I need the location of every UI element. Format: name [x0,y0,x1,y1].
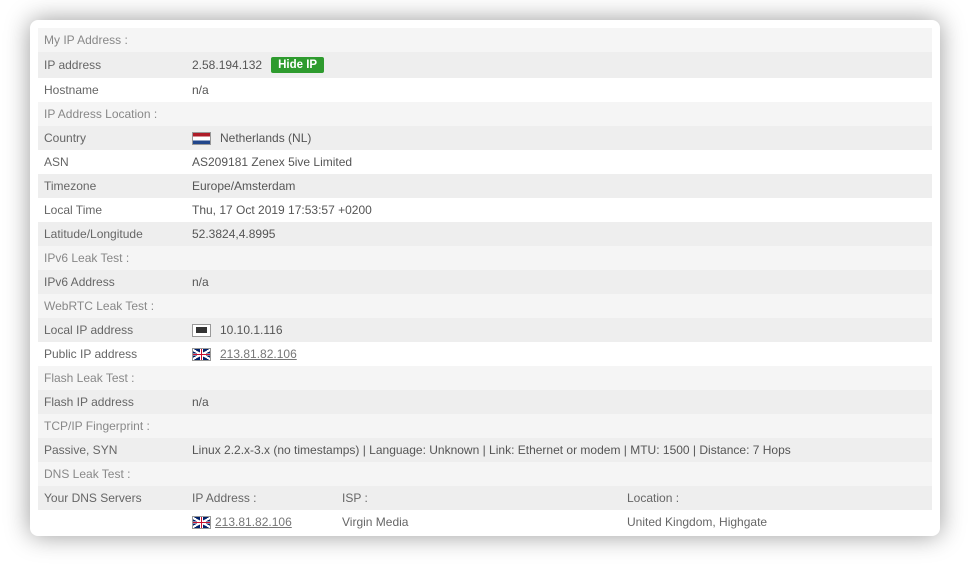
section-header-ipv6: IPv6 Leak Test : [38,246,932,270]
timezone-label: Timezone [44,179,192,193]
ip-address-label: IP address [44,58,192,72]
section-title: My IP Address : [44,33,128,47]
ipv6-address-value: n/a [192,275,926,289]
webrtc-public-link[interactable]: 213.81.82.106 [220,347,297,361]
asn-value: AS209181 Zenex 5ive Limited [192,155,926,169]
row-flash-ip: Flash IP address n/a [38,390,932,414]
latlng-value: 52.3824,4.8995 [192,227,926,241]
hostname-label: Hostname [44,83,192,97]
row-webrtc-public: Public IP address 213.81.82.106 [38,342,932,366]
country-value: Netherlands (NL) [220,131,311,145]
country-label: Country [44,131,192,145]
localtime-label: Local Time [44,203,192,217]
section-header-flash: Flash Leak Test : [38,366,932,390]
webrtc-local-label: Local IP address [44,323,192,337]
section-header-webrtc: WebRTC Leak Test : [38,294,932,318]
section-title: IPv6 Leak Test : [44,251,129,265]
asn-label: ASN [44,155,192,169]
row-country: Country Netherlands (NL) [38,126,932,150]
row-latlng: Latitude/Longitude 52.3824,4.8995 [38,222,932,246]
section-title: WebRTC Leak Test : [44,299,154,313]
dns-isp-value: Virgin Media [342,515,627,529]
dns-header-isp: ISP : [342,491,627,505]
dns-header-ip: IP Address : [192,491,342,505]
tcpip-passive-value: Linux 2.2.x-3.x (no timestamps) | Langua… [192,443,926,457]
row-dns-server-entry: 213.81.82.106 Virgin Media United Kingdo… [38,510,932,534]
dns-servers-label: Your DNS Servers [44,491,192,505]
uk-flag-icon [192,516,211,529]
row-localtime: Local Time Thu, 17 Oct 2019 17:53:57 +02… [38,198,932,222]
section-title: DNS Leak Test : [44,467,130,481]
section-header-tcpip: TCP/IP Fingerprint : [38,414,932,438]
row-asn: ASN AS209181 Zenex 5ive Limited [38,150,932,174]
flash-ip-value: n/a [192,395,926,409]
hostname-value: n/a [192,83,926,97]
timezone-value: Europe/Amsterdam [192,179,926,193]
webrtc-public-label: Public IP address [44,347,192,361]
section-title: TCP/IP Fingerprint : [44,419,150,433]
uk-flag-icon [192,348,211,361]
netherlands-flag-icon [192,132,211,145]
local-network-icon [192,324,211,337]
row-tcpip-passive: Passive, SYN Linux 2.2.x-3.x (no timesta… [38,438,932,462]
tcpip-passive-label: Passive, SYN [44,443,192,457]
section-header-myip: My IP Address : [38,28,932,52]
localtime-value: Thu, 17 Oct 2019 17:53:57 +0200 [192,203,926,217]
hide-ip-button[interactable]: Hide IP [271,57,324,73]
ipv6-address-label: IPv6 Address [44,275,192,289]
row-dns-headers: Your DNS Servers IP Address : ISP : Loca… [38,486,932,510]
row-hostname: Hostname n/a [38,78,932,102]
flash-ip-label: Flash IP address [44,395,192,409]
row-ipv6-address: IPv6 Address n/a [38,270,932,294]
row-webrtc-local: Local IP address 10.10.1.116 [38,318,932,342]
latlng-label: Latitude/Longitude [44,227,192,241]
section-header-dns: DNS Leak Test : [38,462,932,486]
dns-location-value: United Kingdom, Highgate [627,515,926,529]
row-timezone: Timezone Europe/Amsterdam [38,174,932,198]
section-header-location: IP Address Location : [38,102,932,126]
row-ip-address: IP address 2.58.194.132 Hide IP [38,52,932,78]
section-title: Flash Leak Test : [44,371,135,385]
dns-header-location: Location : [627,491,926,505]
ip-address-value: 2.58.194.132 [192,58,262,72]
section-title: IP Address Location : [44,107,157,121]
webrtc-local-value: 10.10.1.116 [220,323,283,337]
dns-ip-link[interactable]: 213.81.82.106 [215,515,292,529]
